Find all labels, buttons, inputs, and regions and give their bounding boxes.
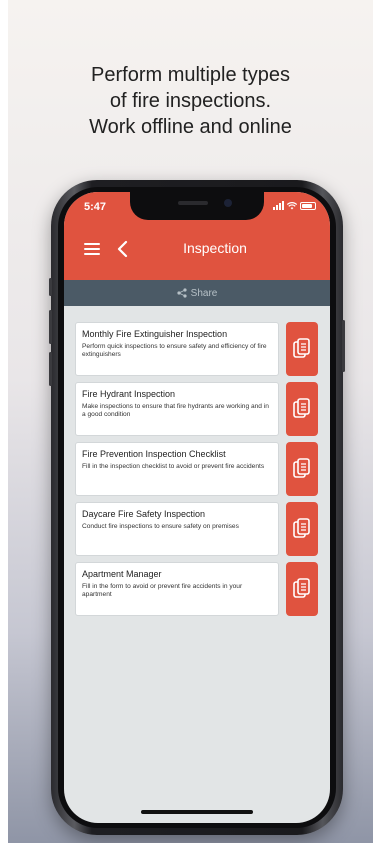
open-form-button[interactable] [286, 382, 318, 436]
front-camera [224, 199, 232, 207]
list-item: Monthly Fire Extinguisher Inspection Per… [75, 322, 321, 376]
list-item: Apartment Manager Fill in the form to av… [75, 562, 321, 616]
document-copy-icon [293, 338, 310, 358]
share-icon [177, 288, 187, 298]
document-copy-icon [293, 398, 310, 418]
headline-line-1: Perform multiple types [91, 64, 290, 86]
inspection-description: Conduct fire inspections to ensure safet… [82, 523, 239, 530]
inspection-title: Fire Hydrant Inspection [82, 389, 176, 399]
inspection-title: Apartment Manager [82, 569, 162, 579]
list-item: Fire Prevention Inspection Checklist Fil… [75, 442, 321, 496]
inspection-description: Make inspections to ensure that fire hyd… [82, 403, 269, 418]
document-copy-icon [293, 458, 310, 478]
open-form-button[interactable] [286, 502, 318, 556]
inspection-title: Fire Prevention Inspection Checklist [82, 449, 226, 459]
list-item: Fire Hydrant Inspection Make inspections… [75, 382, 321, 436]
inspection-card-apartment-manager[interactable]: Apartment Manager Fill in the form to av… [75, 562, 279, 616]
inspection-list: Monthly Fire Extinguisher Inspection Per… [75, 322, 321, 622]
document-copy-icon [293, 578, 310, 598]
open-form-button[interactable] [286, 322, 318, 376]
notch [130, 192, 264, 220]
document-copy-icon [293, 518, 310, 538]
volume-down-button [49, 352, 52, 386]
inspection-title: Daycare Fire Safety Inspection [82, 509, 206, 519]
power-button [342, 320, 345, 372]
status-time: 5:47 [84, 201, 107, 213]
wifi-icon [287, 201, 297, 209]
inspection-description: Fill in the inspection checklist to avoi… [82, 463, 265, 470]
volume-up-button [49, 310, 52, 344]
toolbar: Inspection [64, 234, 330, 264]
battery-icon [300, 201, 316, 210]
open-form-button[interactable] [286, 562, 318, 616]
signal-icon [273, 201, 284, 210]
promo-headline: Perform multiple types of fire inspectio… [0, 62, 381, 140]
inspection-description: Perform quick inspections to ensure safe… [82, 343, 267, 358]
headline-line-2: of fire inspections. [109, 90, 272, 112]
inspection-description: Fill in the form to avoid or prevent fir… [82, 583, 243, 598]
home-indicator[interactable] [141, 810, 253, 814]
open-form-button[interactable] [286, 442, 318, 496]
inspection-card-fire-prevention-checklist[interactable]: Fire Prevention Inspection Checklist Fil… [75, 442, 279, 496]
mute-switch [49, 278, 52, 296]
list-item: Daycare Fire Safety Inspection Conduct f… [75, 502, 321, 556]
phone-screen: 5:47 Inspection Share Monthly Fire Extin… [64, 192, 330, 823]
inspection-card-daycare-fire-safety[interactable]: Daycare Fire Safety Inspection Conduct f… [75, 502, 279, 556]
share-label: Share [190, 287, 218, 299]
status-icons [273, 201, 316, 210]
page-title: Inspection [183, 240, 247, 256]
share-button[interactable]: Share [64, 280, 330, 306]
inspection-card-fire-hydrant[interactable]: Fire Hydrant Inspection Make inspections… [75, 382, 279, 436]
app-bar: 5:47 Inspection [64, 192, 330, 280]
inspection-title: Monthly Fire Extinguisher Inspection [82, 329, 228, 339]
inspection-card-monthly-fire-extinguisher[interactable]: Monthly Fire Extinguisher Inspection Per… [75, 322, 279, 376]
headline-line-3: Work offline and online [89, 116, 292, 138]
phone-mockup: 5:47 Inspection Share Monthly Fire Extin… [49, 180, 345, 835]
speaker-grille [178, 201, 208, 205]
